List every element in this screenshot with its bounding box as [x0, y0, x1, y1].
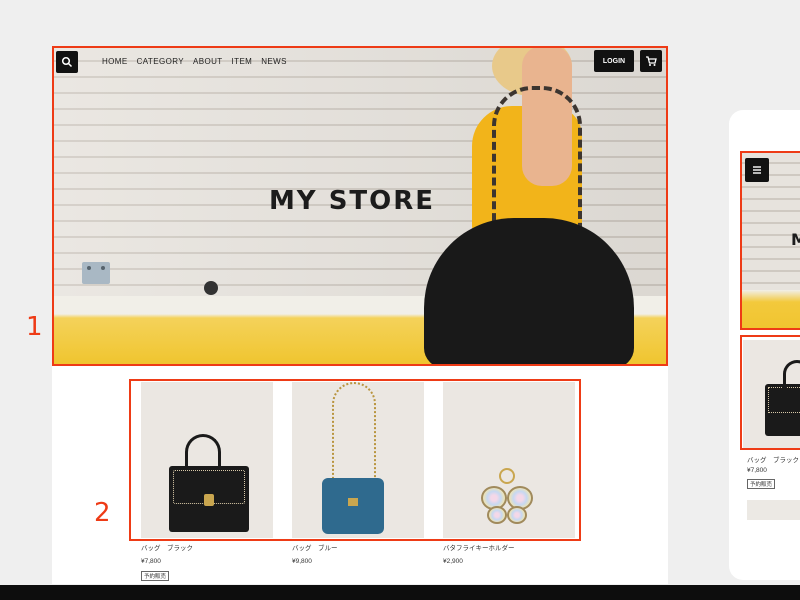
product-name[interactable]: バタフライキーホルダー	[443, 542, 575, 552]
product-price: ¥7,800	[141, 558, 161, 565]
preorder-badge: 予約販売	[141, 571, 170, 581]
section-2-outline	[129, 379, 581, 541]
product-name[interactable]: バッグ ブルー	[292, 542, 424, 552]
product-name[interactable]: バッグ ブラック	[141, 542, 273, 552]
mobile-next-product	[747, 500, 800, 520]
product-price: ¥2,900	[443, 558, 463, 565]
section-1-number: 1	[26, 312, 43, 342]
bottom-bar	[0, 585, 800, 600]
mobile-section-2-outline	[740, 335, 800, 450]
mobile-product-price: ¥7,800	[747, 467, 767, 474]
product-price: ¥9,800	[292, 558, 312, 565]
mobile-section-1-outline	[740, 151, 800, 330]
section-2-number: 2	[94, 498, 111, 528]
mobile-preorder-badge: 予約販売	[747, 479, 776, 489]
mobile-product-name[interactable]: バッグ ブラック	[747, 454, 799, 464]
section-1-outline	[52, 46, 668, 366]
